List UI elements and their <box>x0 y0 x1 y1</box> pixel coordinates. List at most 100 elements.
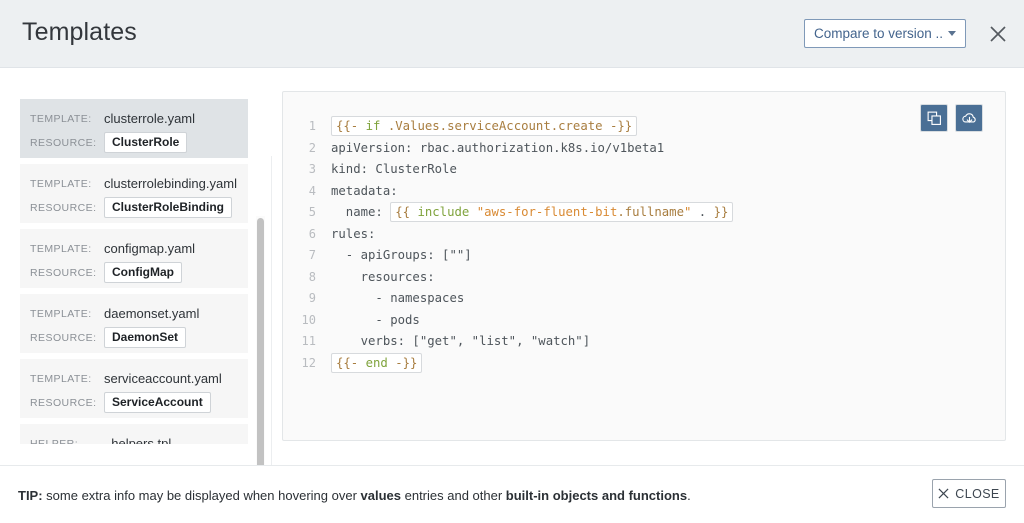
template-file-name: clusterrolebinding.yaml <box>104 176 237 191</box>
resource-key-label: RESOURCE: <box>30 201 97 214</box>
chevron-down-icon <box>948 31 956 36</box>
close-icon[interactable] <box>984 20 1012 48</box>
resource-row: RESOURCE: ClusterRoleBinding <box>30 197 248 218</box>
code-line: 10 - pods <box>283 310 1005 332</box>
resource-row: RESOURCE: ServiceAccount <box>30 392 248 413</box>
template-name-row: TEMPLATE: clusterrole.yaml <box>30 108 248 129</box>
resource-badge: ConfigMap <box>104 262 182 283</box>
code-line: 3 kind: ClusterRole <box>283 159 1005 181</box>
close-x-icon <box>938 488 949 499</box>
code-line-text: - namespaces <box>331 291 465 305</box>
tip-prefix: TIP: <box>18 488 43 503</box>
code-line: 8 resources: <box>283 267 1005 289</box>
line-number: 9 <box>308 291 316 305</box>
sidebar-divider <box>271 156 272 511</box>
resource-badge: DaemonSet <box>104 327 187 348</box>
template-key-label: TEMPLATE: <box>30 177 92 190</box>
code-content: 1 {{- if .Values.serviceAccount.create -}… <box>283 116 1005 375</box>
dialog-body: TEMPLATE: clusterrole.yaml RESOURCE: Cluste… <box>0 68 1024 513</box>
resource-key-label: RESOURCE: <box>30 266 97 279</box>
template-name-row: TEMPLATE: daemonset.yaml <box>30 303 248 324</box>
code-line: 11 verbs: ["get", "list", "watch"] <box>283 331 1005 353</box>
tip-text: TIP: some extra info may be displayed wh… <box>18 488 691 503</box>
line-number: 3 <box>308 162 316 176</box>
line-number: 2 <box>308 140 316 155</box>
template-name-row: HELPER: _helpers.tpl <box>30 433 248 444</box>
resource-row: RESOURCE: ClusterRole <box>30 132 248 153</box>
template-list-item[interactable]: HELPER: _helpers.tpl <box>20 424 248 444</box>
resource-row: RESOURCE: DaemonSet <box>30 327 248 348</box>
template-file-name: serviceaccount.yaml <box>104 371 222 386</box>
template-key-label: HELPER: <box>30 437 79 445</box>
code-line-text: rules: <box>331 226 376 241</box>
resource-badge: ClusterRoleBinding <box>104 197 233 218</box>
compare-to-version-select[interactable]: Compare to version ... <box>804 19 966 48</box>
resource-key-label: RESOURCE: <box>30 136 97 149</box>
code-line: 2 apiVersion: rbac.authorization.k8s.io/v… <box>283 138 1005 160</box>
template-file-name: configmap.yaml <box>104 241 196 256</box>
template-file-name: _helpers.tpl <box>104 436 172 444</box>
close-x-glyph <box>990 26 1006 42</box>
template-list-item[interactable]: TEMPLATE: clusterrolebinding.yaml RESOURCE… <box>20 164 248 223</box>
template-list-item[interactable]: TEMPLATE: configmap.yaml RESOURCE: ConfigMa… <box>20 229 248 288</box>
compare-to-version-label: Compare to version ... <box>814 26 944 41</box>
code-line: 6 rules: <box>283 224 1005 246</box>
resource-key-label: RESOURCE: <box>30 331 97 344</box>
template-list[interactable]: TEMPLATE: clusterrole.yaml RESOURCE: Cluste… <box>20 99 248 444</box>
template-expression: {{- if .Values.serviceAccount.create -}} <box>331 116 638 136</box>
code-line: 7 - apiGroups: [""] <box>283 245 1005 267</box>
code-line-text: {{- end -}} <box>331 352 423 375</box>
template-list-item[interactable]: TEMPLATE: clusterrole.yaml RESOURCE: Cluste… <box>20 99 248 158</box>
template-expression: {{- end -}} <box>331 352 423 373</box>
code-line-text: metadata: <box>331 183 398 198</box>
templates-dialog: Templates Compare to version ... TEMPLAT… <box>0 0 1024 523</box>
code-line-text: apiVersion: rbac.authorization.k8s.io/v1… <box>331 140 665 155</box>
template-list-item[interactable]: TEMPLATE: daemonset.yaml RESOURCE: DaemonSe… <box>20 294 248 353</box>
template-file-name: daemonset.yaml <box>104 306 200 321</box>
template-name-row: TEMPLATE: configmap.yaml <box>30 238 248 259</box>
template-key-label: TEMPLATE: <box>30 372 92 385</box>
resource-badge: ServiceAccount <box>104 392 211 413</box>
line-number: 12 <box>301 355 316 370</box>
line-number: 6 <box>308 226 316 241</box>
close-button-label: CLOSE <box>955 486 1000 501</box>
template-key-label: TEMPLATE: <box>30 242 92 255</box>
line-number: 8 <box>308 269 316 284</box>
line-number: 4 <box>308 183 316 198</box>
code-line-text: name: {{ include "aws-for-fluent-bit.ful… <box>331 202 734 224</box>
resource-key-label: RESOURCE: <box>30 396 97 409</box>
dialog-footer: TIP: some extra info may be displayed wh… <box>0 465 1024 523</box>
code-line: 12 {{- end -}} <box>283 352 1005 375</box>
tip-part1: some extra info may be displayed when ho… <box>42 488 361 503</box>
dialog-header: Templates Compare to version ... <box>0 0 1024 68</box>
line-number: 11 <box>301 334 316 348</box>
page-title: Templates <box>22 18 137 46</box>
line-number: 7 <box>308 248 316 262</box>
code-line-text: resources: <box>331 269 435 284</box>
template-expression: {{ include "aws-for-fluent-bit.fullname"… <box>390 202 734 222</box>
line-number: 10 <box>301 312 316 327</box>
code-line: 1 {{- if .Values.serviceAccount.create -}… <box>283 116 1005 138</box>
tip-suffix: . <box>687 488 691 503</box>
code-line: 4 metadata: <box>283 181 1005 203</box>
code-line-text: {{- if .Values.serviceAccount.create -}} <box>331 116 638 138</box>
code-line: 9 - namespaces <box>283 288 1005 310</box>
code-line-text: kind: ClusterRole <box>331 162 457 176</box>
code-line-text: - apiGroups: [""] <box>331 248 472 262</box>
template-key-label: TEMPLATE: <box>30 112 92 125</box>
template-key-label: TEMPLATE: <box>30 307 92 320</box>
template-file-name: clusterrole.yaml <box>104 111 196 126</box>
resource-badge: ClusterRole <box>104 132 188 153</box>
code-viewer: 1 {{- if .Values.serviceAccount.create -}… <box>282 91 1006 441</box>
resource-row: RESOURCE: ConfigMap <box>30 262 248 283</box>
line-number: 5 <box>308 205 316 219</box>
template-name-row: TEMPLATE: serviceaccount.yaml <box>30 368 248 389</box>
template-list-item[interactable]: TEMPLATE: serviceaccount.yaml RESOURCE: Ser… <box>20 359 248 418</box>
code-line-text: verbs: ["get", "list", "watch"] <box>331 334 591 348</box>
code-line-text: - pods <box>331 312 420 327</box>
tip-bold-values: values <box>360 488 401 503</box>
tip-part2: entries and other <box>401 488 506 503</box>
template-name-row: TEMPLATE: clusterrolebinding.yaml <box>30 173 248 194</box>
close-button[interactable]: CLOSE <box>932 479 1006 508</box>
tip-bold-builtins: built-in objects and functions <box>505 488 688 503</box>
